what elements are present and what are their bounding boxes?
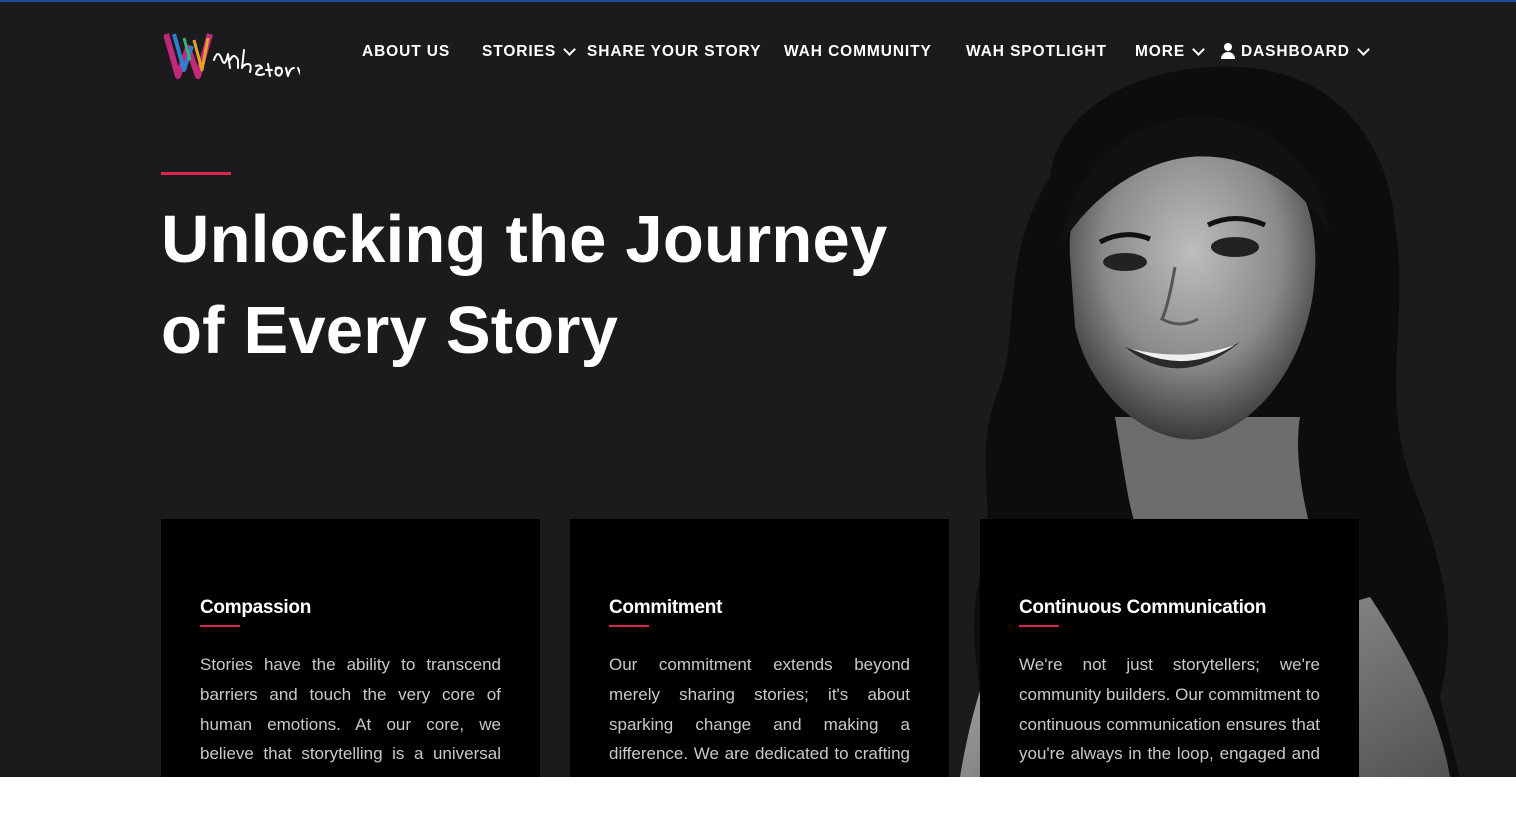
hero-headline-line-1: Unlocking the Journey [161, 202, 888, 277]
card-text: We're not just storytellers; we're commu… [1019, 655, 1320, 777]
wahstory-logo[interactable] [164, 30, 300, 82]
hero-headline: Unlocking the Journey of Every Story [161, 194, 961, 376]
card-title: Continuous Communication [1019, 597, 1267, 618]
card-text: Our commitment extends beyond merely sha… [609, 655, 910, 777]
nav-dashboard[interactable]: DASHBOARD [1221, 43, 1370, 61]
nav-wah-spotlight-label: WAH SPOTLIGHT [966, 43, 1107, 60]
page-bottom-area [0, 777, 1516, 833]
nav-share-your-story[interactable]: SHARE YOUR STORY [587, 43, 761, 61]
nav-about-us[interactable]: ABOUT US [362, 43, 450, 61]
chevron-down-icon [1356, 43, 1370, 56]
card-title: Compassion [200, 597, 312, 618]
chevron-down-icon [563, 43, 576, 56]
value-card-continuous-communication: Continuous Communication We're not just … [980, 519, 1359, 777]
nav-wah-community[interactable]: WAH COMMUNITY [784, 43, 932, 61]
nav-wah-community-label: WAH COMMUNITY [784, 43, 932, 60]
card-accent-line [1019, 625, 1059, 627]
chevron-down-icon [1192, 43, 1205, 56]
card-accent-line [609, 625, 649, 627]
headline-accent-line [161, 172, 231, 175]
nav-share-your-story-label: SHARE YOUR STORY [587, 43, 762, 60]
card-text: Stories have the ability to transcend ba… [200, 655, 501, 777]
nav-more[interactable]: MORE [1135, 43, 1205, 61]
nav-dashboard-label: DASHBOARD [1241, 43, 1350, 60]
nav-stories[interactable]: STORIES [482, 43, 576, 61]
value-card-commitment: Commitment Our commitment extends beyond… [570, 519, 949, 777]
nav-wah-spotlight[interactable]: WAH SPOTLIGHT [966, 43, 1107, 61]
hero-section: ABOUT US STORIES SHARE YOUR STORY WAH CO… [0, 2, 1516, 777]
value-card-compassion: Compassion Stories have the ability to t… [161, 519, 540, 777]
nav-more-label: MORE [1135, 43, 1186, 60]
nav-about-us-label: ABOUT US [362, 43, 451, 60]
user-icon [1221, 43, 1235, 59]
card-title: Commitment [609, 597, 723, 618]
card-accent-line [200, 625, 240, 627]
hero-headline-line-2: of Every Story [161, 293, 619, 368]
nav-stories-label: STORIES [482, 43, 557, 60]
